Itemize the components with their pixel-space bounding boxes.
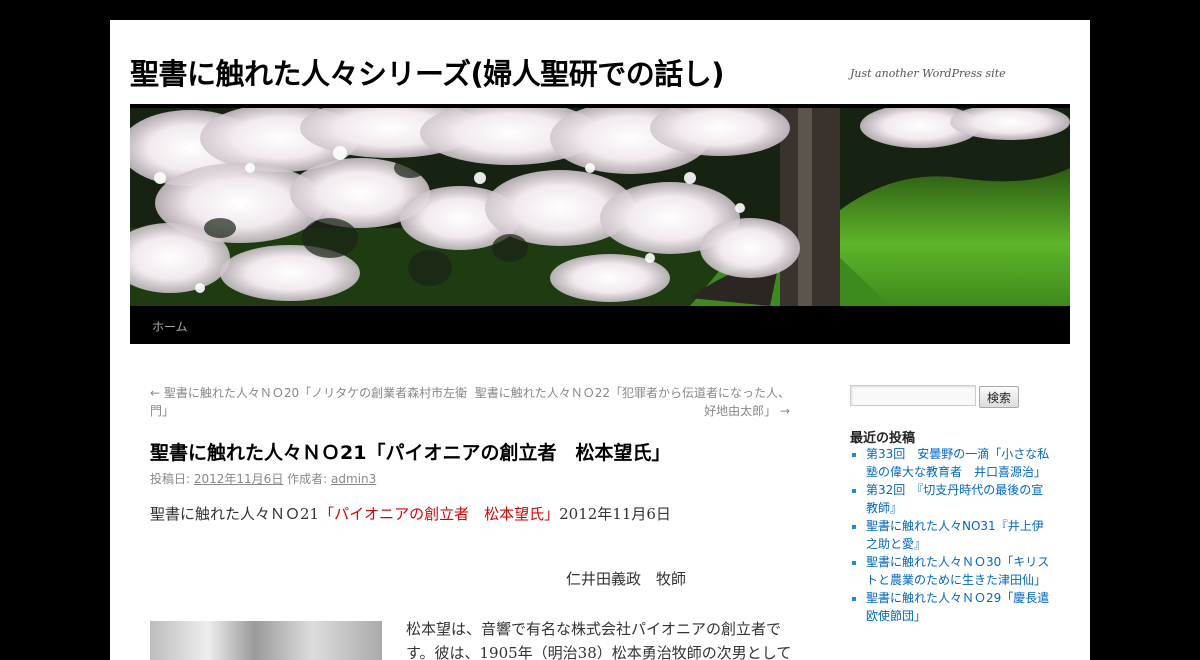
nav-home-link[interactable]: ホーム (152, 318, 188, 335)
meta-author-label: 作成者: (287, 472, 328, 486)
recent-post-link[interactable]: 聖書に触れた人々ＮＯ29「慶長遣欧使節団」 (866, 591, 1049, 623)
main-navigation: ホーム (130, 306, 1070, 344)
header-image (130, 108, 1070, 306)
post-meta: 投稿日: 2012年11月6日 作成者: admin3 (150, 470, 376, 487)
post-intro: 聖書に触れた人々ＮＯ21「パイオニアの創立者 松本望氏」2012年11月6日 (150, 502, 675, 526)
list-item: 聖書に触れた人々NO31『井上伊之助と愛』 (866, 517, 1052, 553)
post-photo (150, 621, 382, 660)
recent-post-link[interactable]: 第33回 安曇野の一滴「小さな私塾の偉大な教育者 井口喜源治」 (866, 447, 1049, 479)
recent-posts-heading: 最近の投稿 (850, 431, 916, 446)
list-item: 第32回 『切支丹時代の最後の宣教師』 (866, 481, 1052, 517)
site-description: Just another WordPress site (850, 67, 1006, 80)
post-paragraph: 松本望は、音響で有名な株式会社パイオニアの創立者です。彼は、1905年（明治38… (406, 620, 792, 660)
intro-highlight: 「パイオニアの創立者 松本望氏」 (319, 505, 560, 523)
intro-prefix: 聖書に触れた人々ＮＯ21 (150, 505, 320, 523)
list-item: 聖書に触れた人々ＮＯ29「慶長遣欧使節団」 (866, 589, 1052, 625)
next-post-link[interactable]: 聖書に触れた人々ＮＯ22「犯罪者から伝道者になった人、好地由太郎」 → (472, 384, 790, 420)
meta-date-label: 投稿日: (150, 472, 191, 486)
intro-date: 2012年11月6日 (559, 505, 671, 523)
recent-post-link[interactable]: 聖書に触れた人々NO31『井上伊之助と愛』 (866, 519, 1044, 551)
recent-post-link[interactable]: 第32回 『切支丹時代の最後の宣教師』 (866, 483, 1043, 515)
list-item: 第33回 安曇野の一滴「小さな私塾の偉大な教育者 井口喜源治」 (866, 445, 1052, 481)
recent-post-link[interactable]: 聖書に触れた人々ＮＯ30「キリストと農業のために生きた津田仙」 (866, 555, 1049, 587)
list-item: 聖書に触れた人々ＮＯ30「キリストと農業のために生きた津田仙」 (866, 553, 1052, 589)
site-title[interactable]: 聖書に触れた人々シリーズ(婦人聖研での話し) (130, 51, 725, 93)
search-button[interactable]: 検索 (979, 386, 1019, 408)
post-title: 聖書に触れた人々ＮＯ21「パイオニアの創立者 松本望氏」 (150, 442, 671, 464)
post-author-link[interactable]: admin3 (331, 472, 376, 486)
pastor-name: 仁井田義政 牧師 (566, 570, 687, 588)
search-input[interactable] (850, 385, 976, 406)
post-date-link[interactable]: 2012年11月6日 (194, 472, 283, 486)
page-wrapper: 聖書に触れた人々シリーズ(婦人聖研での話し) Just another Word… (110, 20, 1090, 660)
recent-posts-list: 第33回 安曇野の一滴「小さな私塾の偉大な教育者 井口喜源治」 第32回 『切支… (850, 445, 1052, 625)
prev-post-link[interactable]: ← 聖書に触れた人々ＮＯ20「ノリタケの創業者森村市左衛門」 (150, 384, 470, 420)
